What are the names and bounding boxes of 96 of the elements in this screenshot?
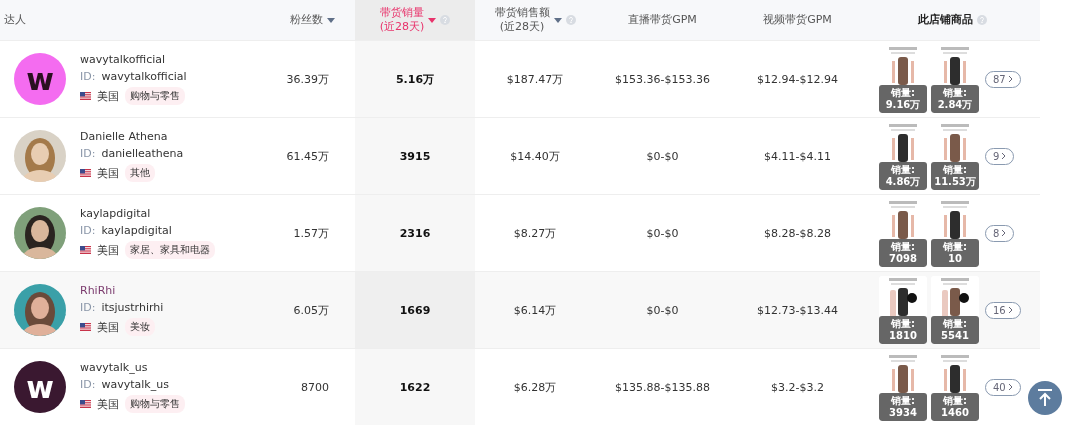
flag-icon <box>80 323 91 331</box>
chevron-right-icon <box>1001 229 1007 237</box>
fans-count: 6.05万 <box>293 302 329 318</box>
video-gpm: $3.2-$3.2 <box>771 380 824 394</box>
sales-overlay: 销量: 1810 <box>879 316 927 344</box>
column-header: 视频带货GPM <box>763 13 832 27</box>
sales-count: 3915 <box>399 149 431 163</box>
creator-id: danielleathena <box>101 147 184 160</box>
country: 美国 <box>97 396 119 412</box>
sales-overlay: 销量: 1460 <box>931 393 979 421</box>
category-tag: 购物与零售 <box>125 87 185 105</box>
sales-overlay: 销量: 4.86万 <box>879 162 927 190</box>
sales-revenue: $14.40万 <box>510 148 560 164</box>
column-header: 带货销量 <box>380 6 424 20</box>
table-row[interactable]: w wavytalkofficial ID: wavytalkofficial 美国 购物与零售 36.39万 5.16万 $187.47万 $153.36-$153.36 $12.94-$12.94 销量: 9.16万 销量: 2.84万 87 <box>0 41 1040 118</box>
chevron-right-icon <box>1007 75 1013 83</box>
sales-count: 5.16万 <box>395 71 435 87</box>
creator-name[interactable]: wavytalkofficial <box>80 53 187 66</box>
category-tag: 美妆 <box>125 318 155 336</box>
sales-overlay: 销量: 5541 <box>931 316 979 344</box>
column-subheader: (近28天) <box>499 20 545 34</box>
more-products-button[interactable]: 9 <box>985 147 1015 165</box>
caret-icon[interactable] <box>553 17 562 23</box>
id-label: ID: <box>80 378 96 391</box>
fans-count: 1.57万 <box>293 225 329 241</box>
video-gpm: $8.28-$8.28 <box>764 226 831 240</box>
creator-name[interactable]: kaylapdigital <box>80 207 215 220</box>
id-label: ID: <box>80 147 96 160</box>
column-header: 粉丝数 <box>290 13 323 27</box>
country: 美国 <box>97 165 119 181</box>
id-label: ID: <box>80 301 96 314</box>
column-header: 直播带货GPM <box>628 13 697 27</box>
flag-icon <box>80 246 91 254</box>
avatar-logo: w <box>14 53 66 105</box>
more-products-button[interactable]: 16 <box>985 301 1021 319</box>
column-header: 此店铺商品 <box>918 13 973 27</box>
creator-id: wavytalkofficial <box>101 70 187 83</box>
sales-revenue: $187.47万 <box>506 71 564 87</box>
live-gpm: $0-$0 <box>646 303 679 317</box>
flag-icon <box>80 400 91 408</box>
creator-name[interactable]: RhiRhi <box>80 284 164 297</box>
column-subheader: (近28天) <box>379 20 425 34</box>
caret-icon[interactable] <box>428 17 437 23</box>
chevron-right-icon <box>1007 383 1013 391</box>
chevron-right-icon <box>1007 306 1013 314</box>
more-products-button[interactable]: 8 <box>985 224 1015 242</box>
creator-id: itsjustrhirhi <box>101 301 164 314</box>
creator-id: kaylapdigital <box>101 224 172 237</box>
sales-revenue: $6.28万 <box>513 379 557 395</box>
creator-name[interactable]: Danielle Athena <box>80 130 184 143</box>
id-label: ID: <box>80 224 96 237</box>
sales-overlay: 销量: 2.84万 <box>931 85 979 113</box>
chevron-right-icon <box>1001 152 1007 160</box>
creator-id: wavytalk_us <box>101 378 169 391</box>
id-label: ID: <box>80 70 96 83</box>
sales-overlay: 销量: 3934 <box>879 393 927 421</box>
live-gpm: $0-$0 <box>646 149 679 163</box>
table-row[interactable]: Danielle Athena ID: danielleathena 美国 其他 61.45万 3915 $14.40万 $0-$0 $4.11-$4.11 销量: 4.86万 销量: 11.53万 9 <box>0 118 1040 195</box>
sales-count: 1622 <box>399 380 431 394</box>
category-tag: 其他 <box>125 164 155 182</box>
sales-count: 1669 <box>399 303 431 317</box>
column-header: 达人 <box>4 13 26 27</box>
country: 美国 <box>97 319 119 335</box>
table-row[interactable]: w wavytalk_us ID: wavytalk_us 美国 购物与零售 8700 1622 $6.28万 $135.88-$135.88 $3.2-$3.2 销量: 3934 销量: 1460 40 <box>0 349 1040 425</box>
scroll-to-top-button[interactable] <box>1028 381 1062 415</box>
live-gpm: $135.88-$135.88 <box>615 380 710 394</box>
flag-icon <box>80 169 91 177</box>
avatar-logo: w <box>14 361 66 413</box>
sales-overlay: 销量: 7098 <box>879 239 927 267</box>
video-gpm: $12.94-$12.94 <box>757 72 838 86</box>
sales-count: 2316 <box>399 226 431 240</box>
country: 美国 <box>97 242 119 258</box>
fans-count: 36.39万 <box>286 71 329 87</box>
fans-count: 61.45万 <box>286 148 329 164</box>
arrow-up-icon <box>1037 389 1053 407</box>
flag-icon <box>80 92 91 100</box>
sales-revenue: $8.27万 <box>513 225 557 241</box>
caret-icon[interactable] <box>327 17 335 23</box>
category-tag: 家居、家具和电器 <box>125 241 215 259</box>
sales-overlay: 销量: 9.16万 <box>879 85 927 113</box>
live-gpm: $0-$0 <box>646 226 679 240</box>
category-tag: 购物与零售 <box>125 395 185 413</box>
fans-count: 8700 <box>301 380 329 394</box>
creator-name[interactable]: wavytalk_us <box>80 361 185 374</box>
country: 美国 <box>97 88 119 104</box>
video-gpm: $4.11-$4.11 <box>764 149 831 163</box>
sales-overlay: 销量: 10 <box>931 239 979 267</box>
live-gpm: $153.36-$153.36 <box>615 72 710 86</box>
more-products-button[interactable]: 40 <box>985 378 1021 396</box>
table-row[interactable]: kaylapdigital ID: kaylapdigital 美国 家居、家具和电器 1.57万 2316 $8.27万 $0-$0 $8.28-$8.28 销量: 7098 销量: 10 8 <box>0 195 1040 272</box>
sales-revenue: $6.14万 <box>513 302 557 318</box>
column-header: 带货销售额 <box>494 6 550 20</box>
video-gpm: $12.73-$13.44 <box>757 303 838 317</box>
sales-overlay: 销量: 11.53万 <box>931 162 979 190</box>
more-products-button[interactable]: 87 <box>985 70 1021 88</box>
table-row[interactable]: RhiRhi ID: itsjustrhirhi 美国 美妆 6.05万 1669 $6.14万 $0-$0 $12.73-$13.44 销量: 1810 销量: 5541 16 <box>0 272 1040 349</box>
